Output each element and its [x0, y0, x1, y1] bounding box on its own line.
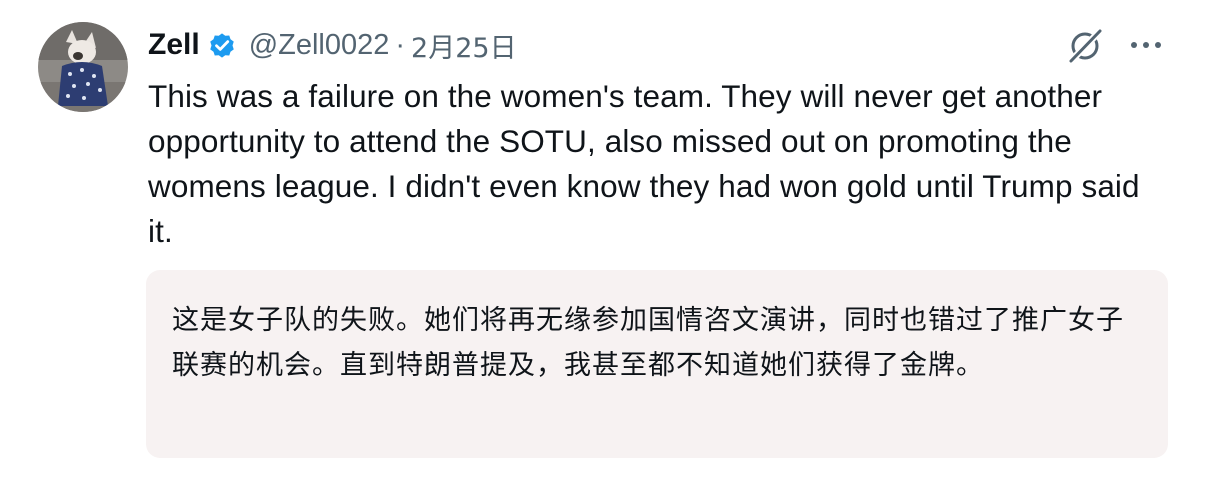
more-options-icon[interactable] — [1127, 33, 1165, 57]
grok-icon[interactable] — [1066, 27, 1104, 65]
post-timestamp[interactable]: 2月25日 — [411, 26, 517, 65]
translation-text: 这是女子队的失败。她们将再无缘参加国情咨文演讲，同时也错过了推广女子联赛的机会。… — [172, 305, 1124, 381]
tweet-card: Zell @Zell0022 · 2月25日 This was a failur… — [0, 0, 1206, 483]
separator-dot: · — [395, 28, 406, 61]
verified-badge-icon — [207, 30, 237, 60]
avatar[interactable] — [38, 22, 128, 112]
avatar-image — [38, 22, 128, 112]
display-name[interactable]: Zell — [148, 28, 200, 62]
author-handle[interactable]: @Zell0022 — [249, 29, 390, 62]
translation-box: 这是女子队的失败。她们将再无缘参加国情咨文演讲，同时也错过了推广女子联赛的机会。… — [146, 270, 1168, 458]
tweet-header: Zell @Zell0022 · 2月25日 — [148, 25, 517, 65]
tweet-text: This was a failure on the women's team. … — [148, 78, 1140, 249]
